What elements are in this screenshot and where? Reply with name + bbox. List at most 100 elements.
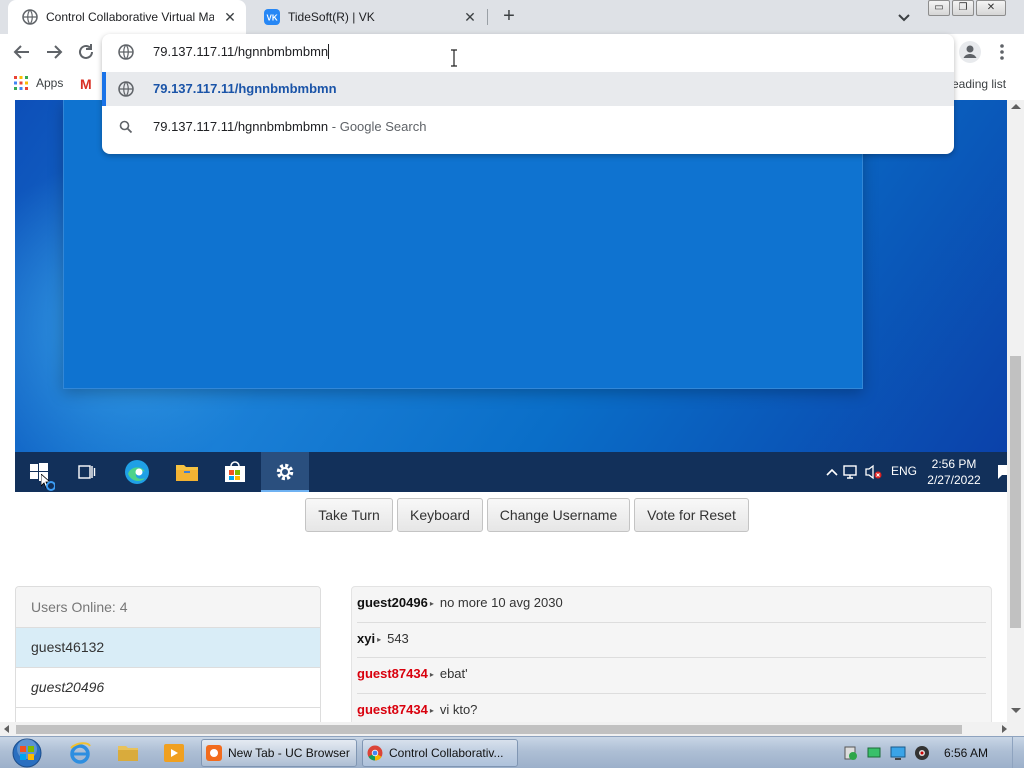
task-view-icon[interactable] bbox=[63, 452, 111, 492]
maximize-button[interactable]: ❐ bbox=[952, 0, 974, 16]
svg-text:VK: VK bbox=[267, 14, 278, 23]
change-username-button[interactable]: Change Username bbox=[487, 498, 630, 532]
scroll-up-arrow-icon[interactable] bbox=[1011, 104, 1021, 109]
volume-muted-icon[interactable] bbox=[865, 464, 883, 480]
show-desktop-button[interactable] bbox=[1012, 737, 1024, 768]
scroll-down-arrow-icon[interactable] bbox=[1011, 708, 1021, 713]
chat-arrow-icon: ▸ bbox=[429, 705, 434, 715]
chat-message: guest20496 ▸ no more 10 avg 2030 bbox=[357, 587, 986, 623]
globe-icon bbox=[118, 44, 134, 60]
apps-grid-icon bbox=[14, 76, 28, 90]
edge-browser-icon[interactable] bbox=[113, 452, 161, 492]
chat-message: guest87434 ▸ ebat' bbox=[357, 658, 986, 694]
vote-reset-button[interactable]: Vote for Reset bbox=[634, 498, 749, 532]
tab-separator bbox=[487, 9, 488, 25]
gmail-icon[interactable]: M bbox=[80, 76, 92, 92]
windows-start-orb-icon[interactable] bbox=[8, 737, 46, 768]
vm-date: 2/27/2022 bbox=[927, 473, 981, 487]
chat-arrow-icon: ▸ bbox=[377, 634, 382, 644]
keyboard-button[interactable]: Keyboard bbox=[397, 498, 483, 532]
host-taskbar: New Tab - UC Browser Control Collaborati… bbox=[0, 736, 1024, 768]
user-list-item[interactable] bbox=[16, 708, 320, 722]
taskbar-uc-browser[interactable]: New Tab - UC Browser bbox=[201, 739, 357, 767]
page-content: ENG 2:56 PM 2/27/2022 Take Turn Keyboard… bbox=[0, 100, 1007, 722]
forward-arrow-icon[interactable] bbox=[42, 40, 66, 64]
scroll-left-arrow-icon[interactable] bbox=[4, 725, 9, 733]
uc-browser-icon bbox=[206, 745, 222, 761]
suggestion-text: 79.137.117.11/hgnnbmbmbmn bbox=[153, 81, 337, 96]
scroll-thumb[interactable] bbox=[1010, 356, 1021, 628]
text-caret bbox=[328, 44, 330, 59]
vertical-scrollbar[interactable] bbox=[1007, 100, 1024, 722]
tab-tidesoft-vk[interactable]: VK TideSoft(R) | VK ✕ bbox=[250, 0, 486, 34]
chat-username[interactable]: xyi bbox=[357, 631, 375, 646]
host-system-tray bbox=[842, 745, 930, 761]
notification-icon[interactable] bbox=[997, 464, 1007, 480]
chat-text: no more 10 avg 2030 bbox=[439, 595, 563, 610]
suggestion-suffix: - Google Search bbox=[328, 119, 427, 134]
chat-text: 543 bbox=[387, 630, 409, 646]
user-list-item[interactable]: guest20496 bbox=[16, 668, 320, 708]
media-player-icon[interactable] bbox=[162, 741, 186, 765]
chevron-down-icon[interactable] bbox=[895, 8, 913, 26]
windows-start-button[interactable] bbox=[15, 452, 63, 492]
tab-close-icon[interactable]: ✕ bbox=[462, 9, 478, 25]
internet-explorer-icon[interactable] bbox=[68, 741, 92, 765]
user-list-item[interactable]: guest46132 bbox=[16, 628, 320, 668]
address-text: 79.137.117.11/hgnnbmbmbmn bbox=[153, 44, 329, 59]
busy-cursor-icon bbox=[41, 474, 55, 491]
back-arrow-icon[interactable] bbox=[10, 40, 34, 64]
users-online-panel: Users Online: 4 guest46132 guest20496 bbox=[15, 586, 321, 722]
chat-arrow-icon: ▸ bbox=[429, 670, 434, 679]
task-label: New Tab - UC Browser bbox=[228, 746, 350, 760]
suggestion-text: 79.137.117.11/hgnnbmbmbmn - Google Searc… bbox=[153, 119, 426, 134]
tab-title: TideSoft(R) | VK bbox=[288, 10, 375, 24]
users-online-header: Users Online: 4 bbox=[16, 587, 320, 628]
kebab-menu-icon[interactable] bbox=[990, 40, 1014, 64]
new-tab-button[interactable]: + bbox=[497, 5, 521, 29]
chevron-up-icon[interactable] bbox=[825, 465, 839, 479]
tab-close-icon[interactable]: ✕ bbox=[222, 9, 238, 25]
selection-indicator bbox=[102, 72, 106, 106]
address-input[interactable]: 79.137.117.11/hgnnbmbmbmn bbox=[153, 44, 330, 59]
tab-title: Control Collaborative Virtual Ma bbox=[46, 10, 214, 24]
chrome-icon bbox=[367, 745, 383, 761]
globe-icon bbox=[22, 9, 38, 25]
tab-control-collaborative[interactable]: Control Collaborative Virtual Ma ✕ bbox=[8, 0, 246, 34]
suggestion-url[interactable]: 79.137.117.11/hgnnbmbmbmn bbox=[102, 72, 954, 106]
network-icon[interactable] bbox=[866, 745, 882, 761]
scroll-right-arrow-icon[interactable] bbox=[1002, 725, 1007, 733]
store-icon[interactable] bbox=[211, 452, 259, 492]
volume-icon[interactable] bbox=[914, 745, 930, 761]
address-bar[interactable]: 79.137.117.11/hgnnbmbmbmn bbox=[102, 34, 954, 70]
chat-username[interactable]: guest87434 bbox=[357, 666, 428, 681]
take-turn-button[interactable]: Take Turn bbox=[305, 498, 393, 532]
host-clock[interactable]: 6:56 AM bbox=[944, 746, 988, 760]
tab-strip: Control Collaborative Virtual Ma ✕ VK Ti… bbox=[0, 0, 1024, 34]
close-button[interactable]: ✕ bbox=[976, 0, 1006, 16]
minimize-button[interactable]: ▭ bbox=[928, 0, 950, 16]
taskbar-chrome[interactable]: Control Collaborativ... bbox=[362, 739, 518, 767]
reload-icon[interactable] bbox=[74, 40, 98, 64]
file-explorer-icon[interactable] bbox=[163, 452, 211, 492]
vm-screen[interactable]: ENG 2:56 PM 2/27/2022 bbox=[15, 100, 1007, 492]
omnibox-dropdown: 79.137.117.11/hgnnbmbmbmn 79.137.117.11/… bbox=[102, 34, 954, 154]
vm-clock[interactable]: 2:56 PM 2/27/2022 bbox=[923, 456, 985, 488]
suggestion-search[interactable]: 79.137.117.11/hgnnbmbmbmn - Google Searc… bbox=[102, 110, 954, 144]
reading-list-button[interactable]: eading list bbox=[952, 77, 1006, 91]
vm-time: 2:56 PM bbox=[931, 457, 977, 471]
profile-icon[interactable] bbox=[958, 40, 982, 64]
apps-bookmark[interactable]: Apps bbox=[14, 76, 63, 90]
vm-language[interactable]: ENG bbox=[891, 464, 917, 478]
chat-username[interactable]: guest87434 bbox=[357, 702, 428, 717]
folder-icon[interactable] bbox=[116, 741, 140, 765]
settings-gear-icon[interactable] bbox=[261, 452, 309, 492]
scroll-thumb[interactable] bbox=[16, 725, 962, 734]
network-icon[interactable] bbox=[843, 464, 861, 480]
horizontal-scrollbar[interactable] bbox=[0, 722, 1024, 736]
display-icon[interactable] bbox=[890, 745, 906, 761]
action-center-icon[interactable] bbox=[842, 745, 858, 761]
chat-username[interactable]: guest20496 bbox=[357, 595, 428, 610]
apps-label: Apps bbox=[36, 76, 64, 90]
chat-message: guest87434 ▸ vi kto? bbox=[357, 694, 986, 723]
